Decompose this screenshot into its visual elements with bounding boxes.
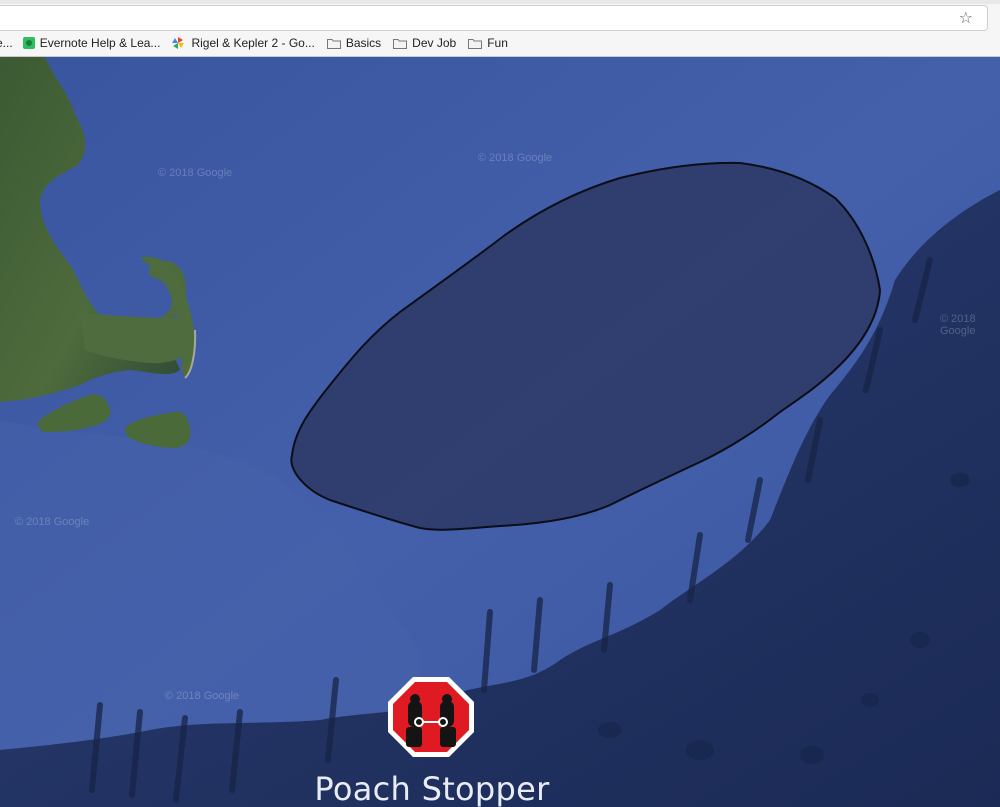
- brand-name: Poach Stopper: [314, 770, 550, 807]
- bookmark-rigel-kepler[interactable]: Rigel & Kepler 2 - Go...: [172, 36, 315, 50]
- map-watermark: © 2018 Google: [940, 313, 976, 337]
- satellite-map[interactable]: © 2018 Google © 2018 Google © 2018 Googl…: [0, 57, 1000, 807]
- bookmark-label: Basics: [345, 36, 382, 50]
- bookmark-label: e...: [0, 36, 13, 50]
- pinwheel-icon: [172, 37, 186, 49]
- evernote-icon: [22, 37, 35, 49]
- bookmark-label: Rigel & Kepler 2 - Go...: [191, 36, 315, 50]
- bookmark-evernote[interactable]: Evernote Help & Lea...: [22, 36, 161, 50]
- bookmark-item[interactable]: e...: [0, 36, 13, 50]
- bookmark-folder-basics[interactable]: Basics: [326, 36, 382, 50]
- bookmark-label: Evernote Help & Lea...: [39, 36, 161, 50]
- bookmarks-bar: e... Evernote Help & Lea... Rigel & Kepl…: [0, 33, 1000, 53]
- brand-logo: [386, 677, 476, 757]
- address-bar[interactable]: ☆: [0, 5, 988, 31]
- bookmark-label: Dev Job: [412, 36, 457, 50]
- folder-icon: [393, 37, 408, 49]
- browser-chrome: ☆ e... Evernote Help & Lea... Rigel & Ke…: [0, 0, 1000, 57]
- tab-strip: [0, 0, 1000, 4]
- map-watermark: © 2018 Google: [478, 152, 553, 164]
- star-icon[interactable]: ☆: [959, 9, 973, 27]
- map-watermark: © 2018 Google: [15, 516, 90, 528]
- bookmark-folder-fun[interactable]: Fun: [468, 36, 508, 50]
- map-watermark: © 2018 Google: [165, 690, 240, 702]
- bookmark-label: Fun: [487, 36, 508, 50]
- folder-icon: [326, 37, 341, 49]
- folder-icon: [468, 37, 483, 49]
- map-watermark: © 2018 Google: [158, 167, 233, 179]
- bookmark-folder-dev-job[interactable]: Dev Job: [393, 36, 456, 50]
